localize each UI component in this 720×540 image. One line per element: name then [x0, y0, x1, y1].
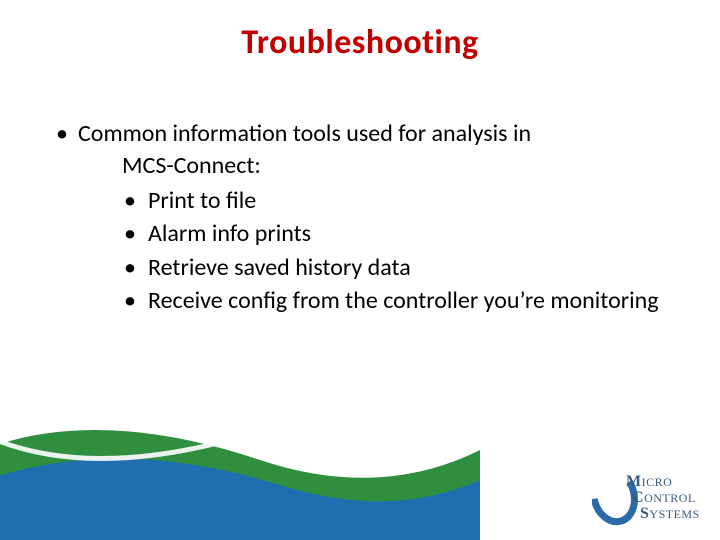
sub-bullet-3: Retrieve saved history data — [120, 252, 678, 284]
svg-text:SYSTEMS: SYSTEMS — [640, 505, 700, 522]
sub-bullet-2: Alarm info prints — [120, 218, 678, 250]
svg-text:MICRO: MICRO — [626, 473, 672, 490]
slide-title: Troubleshooting — [0, 22, 720, 63]
sub-bullet-list: Print to file Alarm info prints Retrieve… — [48, 185, 678, 318]
svg-text:CONTROL: CONTROL — [632, 489, 696, 506]
bullet-main: Common information tools used for analys… — [48, 118, 678, 183]
sub-bullet-4: Receive config from the controller you’r… — [120, 285, 678, 317]
sub-bullet-1: Print to file — [120, 185, 678, 217]
slide-body: Common information tools used for analys… — [48, 118, 678, 318]
bullet-main-line1: Common information tools used for analys… — [78, 119, 531, 148]
mcs-logo: MICRO CONTROL SYSTEMS — [592, 466, 702, 526]
bullet-main-line2: MCS-Connect: — [78, 150, 678, 182]
decorative-swoosh — [0, 390, 480, 540]
